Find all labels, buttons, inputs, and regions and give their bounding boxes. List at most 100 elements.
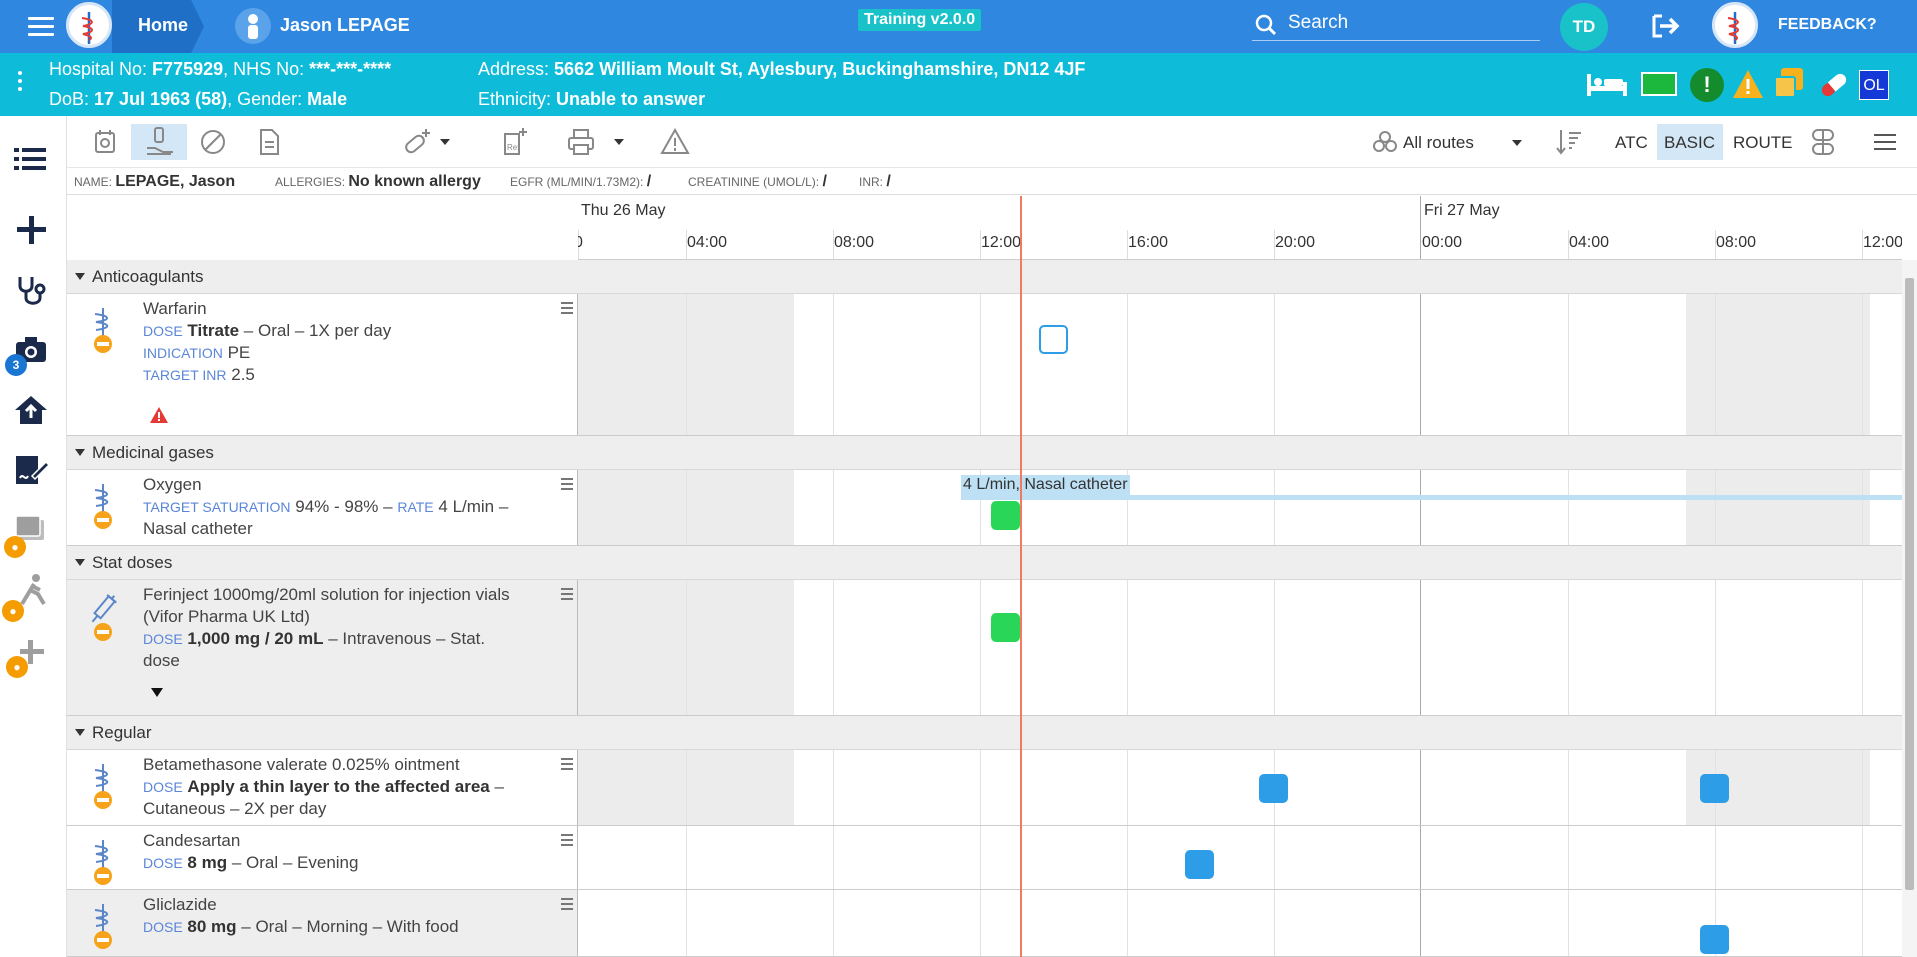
medication-cell[interactable]: Gliclazide DOSE 80 mg – Oral – Morning –… xyxy=(67,890,578,956)
scheduled-dose[interactable] xyxy=(1185,850,1214,879)
timeline-row[interactable]: 4 L/min, Nasal catheter xyxy=(578,470,1902,545)
scheduled-dose[interactable] xyxy=(1700,925,1729,954)
hour-label: 20:00 xyxy=(1275,234,1316,251)
feedback-logo-icon[interactable] xyxy=(1712,2,1758,48)
syringe-icon xyxy=(91,594,117,641)
basic-view-button[interactable]: BASIC xyxy=(1657,124,1723,160)
administered-dose[interactable] xyxy=(991,501,1020,530)
copy-icon[interactable] xyxy=(1773,68,1807,100)
menu-icon[interactable] xyxy=(28,17,54,37)
initials-chip[interactable]: OL xyxy=(1859,70,1889,100)
rail-medication-list[interactable] xyxy=(0,130,66,190)
group-anticoagulants[interactable]: Anticoagulants xyxy=(67,260,1902,294)
row-menu-icon[interactable] xyxy=(561,834,573,849)
row-menu-icon[interactable] xyxy=(561,478,573,493)
add-medication-button[interactable] xyxy=(399,124,455,160)
add-pill-icon xyxy=(405,129,430,154)
collapse-caret-icon xyxy=(75,559,85,566)
chevron-down-icon[interactable] xyxy=(613,138,625,146)
scheduled-dose[interactable] xyxy=(1700,774,1729,803)
route-view-button[interactable]: ROUTE xyxy=(1733,133,1793,153)
collapse-caret-icon xyxy=(75,273,85,280)
rail-locked-add[interactable]: ● xyxy=(0,624,66,684)
alert-circle-icon[interactable]: ! xyxy=(1690,68,1724,102)
medication-cell[interactable]: Warfarin DOSE Titrate – Oral – 1X per da… xyxy=(67,294,578,435)
routes-filter-icon-button[interactable] xyxy=(1367,124,1403,160)
rail-clinical[interactable] xyxy=(0,260,66,320)
document-view-button[interactable] xyxy=(251,124,287,160)
row-menu-icon[interactable] xyxy=(561,302,573,317)
administered-dose[interactable] xyxy=(991,613,1020,642)
target-saturation-value: 94% - 98% – xyxy=(295,497,393,516)
warning-icon xyxy=(660,127,690,154)
medication-cell[interactable]: Betamethasone valerate 0.025% ointment D… xyxy=(67,750,578,825)
feedback-button[interactable]: FEEDBACK? xyxy=(1778,16,1877,34)
scrollbar-thumb[interactable] xyxy=(1905,278,1914,890)
add-reference-button[interactable]: Ref xyxy=(497,124,533,160)
administration-view-button[interactable] xyxy=(131,124,187,160)
row-menu-icon[interactable] xyxy=(561,898,573,913)
scheduled-dose[interactable] xyxy=(1259,774,1288,803)
app-logo[interactable] xyxy=(66,2,112,48)
rail-locked-checklist[interactable]: ● xyxy=(0,500,66,560)
rail-locked-leave[interactable]: ● xyxy=(0,560,66,622)
hour-label: 00:00 xyxy=(1422,234,1463,251)
timeline-row[interactable] xyxy=(578,826,1902,889)
group-button[interactable] xyxy=(1805,124,1841,160)
hospital-no: F775929 xyxy=(152,59,224,79)
pill-icon[interactable] xyxy=(1817,70,1851,100)
banner-menu-icon[interactable] xyxy=(18,71,22,95)
med-name: Ferinject 1000mg/20ml solution for injec… xyxy=(143,585,510,626)
medication-cell[interactable]: Oxygen TARGET SATURATION 94% - 98% – RAT… xyxy=(67,470,578,545)
hour-label: 16:00 xyxy=(1128,234,1169,251)
vertical-scrollbar[interactable] xyxy=(1902,260,1917,957)
rail-photos[interactable]: 3 xyxy=(0,320,66,380)
bed-icon[interactable] xyxy=(1585,72,1629,98)
chevron-down-icon[interactable] xyxy=(439,138,451,146)
rail-sign-document[interactable] xyxy=(0,440,66,500)
timeline-row[interactable] xyxy=(578,294,1902,435)
rail-discharge[interactable] xyxy=(0,380,66,440)
row-menu-icon[interactable] xyxy=(561,588,573,603)
warning-icon[interactable] xyxy=(149,406,169,424)
timeline-row[interactable] xyxy=(578,890,1902,956)
status-card-icon[interactable] xyxy=(1641,72,1677,96)
routes-select[interactable]: All routes xyxy=(1403,133,1474,153)
print-button[interactable] xyxy=(563,124,629,160)
home-breadcrumb-label[interactable]: Home xyxy=(138,15,188,36)
group-stat-doses[interactable]: Stat doses xyxy=(67,546,1902,580)
camera-count-badge: 3 xyxy=(5,354,27,376)
group-medicinal-gases[interactable]: Medicinal gases xyxy=(67,436,1902,470)
dose-value: Apply a thin layer to the affected area xyxy=(187,777,490,796)
infusion-bar[interactable] xyxy=(961,495,1902,500)
rail-add[interactable] xyxy=(0,200,66,260)
search-input[interactable]: Search xyxy=(1252,8,1540,41)
warning-icon[interactable] xyxy=(1731,68,1765,100)
medication-cell[interactable]: Ferinject 1000mg/20ml solution for injec… xyxy=(67,580,578,715)
row-menu-icon[interactable] xyxy=(561,758,573,773)
expand-caret-icon[interactable] xyxy=(151,688,163,697)
scheduled-dose-pending[interactable] xyxy=(1039,325,1068,354)
timeline-row[interactable] xyxy=(578,580,1902,715)
user-avatar[interactable]: TD xyxy=(1560,3,1608,51)
more-menu-button[interactable] xyxy=(1867,124,1903,160)
atc-view-button[interactable]: ATC xyxy=(1615,133,1648,153)
chevron-down-icon[interactable] xyxy=(1511,139,1523,147)
plus-icon xyxy=(17,216,46,244)
current-time-marker xyxy=(1020,196,1022,957)
patient-breadcrumb-label[interactable]: Jason LEPAGE xyxy=(280,15,410,36)
medication-cell[interactable]: Candesartan DOSE 8 mg – Oral – Evening xyxy=(67,826,578,889)
timeline-row[interactable] xyxy=(578,750,1902,825)
warnings-button[interactable] xyxy=(657,124,693,160)
infusion-label[interactable]: 4 L/min, Nasal catheter xyxy=(961,475,1130,495)
rate-label: RATE xyxy=(397,499,434,515)
group-regular[interactable]: Regular xyxy=(67,716,1902,750)
sort-button[interactable] xyxy=(1551,124,1587,160)
hour-label: 0 xyxy=(578,234,583,252)
calendar-icon xyxy=(95,130,115,153)
target-saturation-label: TARGET SATURATION xyxy=(143,499,291,515)
logout-icon[interactable] xyxy=(1650,12,1684,40)
calendar-view-button[interactable] xyxy=(87,124,123,160)
discontinued-filter-button[interactable] xyxy=(195,124,231,160)
chart-toolbar: Ref All routes ATC BASIC ROUTE xyxy=(67,116,1917,168)
